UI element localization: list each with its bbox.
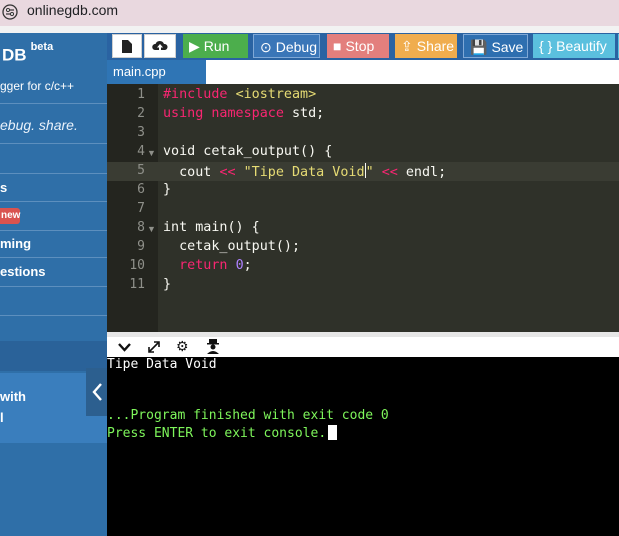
- play-circle-icon: ⊙: [260, 39, 272, 55]
- chevron-left-icon: [91, 383, 102, 401]
- console-line-prompt: Press ENTER to exit console.: [107, 425, 338, 441]
- new-file-button[interactable]: [112, 34, 142, 58]
- line-number: 4: [137, 144, 145, 159]
- sidebar-divider: [0, 286, 107, 287]
- file-icon: [122, 40, 132, 53]
- line-number: 11: [129, 277, 145, 292]
- stop-button[interactable]: ■ Stop: [327, 34, 389, 58]
- console-cursor: [328, 425, 338, 440]
- browser-divider: [0, 26, 619, 33]
- include-target: <iostream>: [235, 87, 317, 102]
- line-number: 6: [137, 182, 145, 197]
- console-line: Tipe Data Void: [107, 357, 217, 372]
- beautify-button[interactable]: { } Beautify: [533, 34, 615, 58]
- line-number: 10: [129, 258, 145, 273]
- code-line-5: cout << "Tipe Data Void" << endl;: [163, 163, 447, 180]
- sidebar-divider: [0, 103, 107, 104]
- new-badge[interactable]: new: [0, 208, 20, 224]
- brand-name: DB: [2, 45, 27, 65]
- code-line-11: }: [163, 277, 172, 292]
- stop-icon: ■: [333, 38, 342, 54]
- line-number: 7: [137, 201, 145, 216]
- tab-main-cpp[interactable]: main.cpp: [107, 60, 206, 84]
- line-number: 1: [137, 87, 145, 102]
- stop-label: Stop: [345, 38, 375, 54]
- fold-arrow-icon[interactable]: ▼: [147, 224, 156, 234]
- share-label: Share: [416, 38, 455, 54]
- upload-button[interactable]: [144, 34, 176, 58]
- sidebar-divider: [0, 230, 107, 231]
- line-number: 3: [137, 125, 145, 140]
- expand-icon[interactable]: [147, 340, 161, 354]
- file-tab-bar: main.cpp: [107, 60, 619, 84]
- floppy-disk-icon: 💾: [470, 39, 488, 55]
- line-number: 2: [137, 106, 145, 121]
- sidebar-item-questions[interactable]: estions: [0, 264, 46, 279]
- sidebar-tagline: ebug. share.: [0, 117, 78, 133]
- site-settings-icon[interactable]: [2, 4, 18, 20]
- keyword: using namespace: [163, 106, 284, 121]
- share-button[interactable]: ⇪ Share: [395, 34, 457, 58]
- brand-subtitle: gger for c/c++: [0, 79, 75, 93]
- sidebar-section: [0, 341, 107, 371]
- sidebar-divider: [0, 257, 107, 258]
- operator: <<: [381, 165, 398, 180]
- sidebar-item-1[interactable]: s: [0, 180, 7, 195]
- share-icon: ⇪: [401, 38, 413, 54]
- operator: <<: [219, 165, 236, 180]
- code-line-2: using namespace std;: [163, 106, 325, 121]
- sidebar-panel-line: l: [0, 410, 4, 425]
- code-line-6: }: [163, 182, 172, 197]
- code-line-10: return 0;: [179, 258, 252, 273]
- save-label: Save: [491, 39, 524, 55]
- sidebar-collapse-button[interactable]: [86, 368, 107, 416]
- console-output[interactable]: Tipe Data Void ...Program finished with …: [107, 357, 619, 536]
- debug-label: Debug: [275, 39, 317, 55]
- user-secret-icon[interactable]: [206, 339, 220, 354]
- sidebar-item-programming[interactable]: ming: [0, 236, 31, 251]
- play-icon: ▶: [189, 38, 200, 54]
- beta-badge: beta: [30, 41, 54, 53]
- line-number: 9: [137, 239, 145, 254]
- chevron-down-icon[interactable]: [118, 343, 131, 352]
- beautify-label: { } Beautify: [539, 38, 607, 54]
- console-toolbar: ⚙: [107, 332, 619, 357]
- save-button[interactable]: 💾 Save: [463, 34, 528, 58]
- sidebar-divider: [0, 201, 107, 202]
- run-label: Run: [203, 38, 230, 54]
- console-prompt-text: Press ENTER to exit console.: [107, 426, 327, 441]
- address-url[interactable]: onlinegdb.com: [27, 2, 118, 18]
- code-line-9: cetak_output();: [163, 239, 301, 254]
- sidebar-panel-line: with: [0, 389, 26, 404]
- sidebar-divider: [0, 173, 107, 174]
- line-number: 5: [137, 163, 145, 178]
- fold-arrow-icon[interactable]: ▼: [147, 148, 156, 158]
- editor-toolbar: ▶ Run ⊙ Debug ■ Stop ⇪ Share 💾 Save { } Beaut…: [107, 33, 619, 60]
- code-line-1: #include <iostream>: [163, 87, 316, 102]
- number-literal: 0: [235, 258, 244, 273]
- string-literal: "Tipe Data Void": [243, 163, 374, 180]
- text-cursor: [364, 163, 366, 178]
- code-line-8: int main() {: [163, 220, 260, 235]
- preprocessor-directive: #include: [163, 87, 236, 102]
- keyword: return: [179, 258, 228, 273]
- code-line-4: void cetak_output() {: [163, 144, 333, 159]
- sidebar: DB beta gger for c/c++ ebug. share. s new…: [0, 33, 107, 536]
- cloud-upload-icon: [152, 40, 168, 51]
- debug-button[interactable]: ⊙ Debug: [253, 34, 320, 58]
- console-line: ...Program finished with exit code 0: [107, 408, 389, 423]
- sidebar-divider: [0, 143, 107, 144]
- brand-logo[interactable]: DB beta: [2, 41, 53, 66]
- line-number: 8: [137, 220, 145, 235]
- run-button[interactable]: ▶ Run: [183, 34, 248, 58]
- gear-icon[interactable]: ⚙: [176, 338, 189, 355]
- sidebar-divider: [0, 315, 107, 316]
- code-editor[interactable]: 1 2 3 4 5 6 7 8 9 10 11 ▼ ▼ #include <io…: [107, 84, 619, 332]
- browser-address-bar[interactable]: onlinegdb.com: [0, 0, 619, 26]
